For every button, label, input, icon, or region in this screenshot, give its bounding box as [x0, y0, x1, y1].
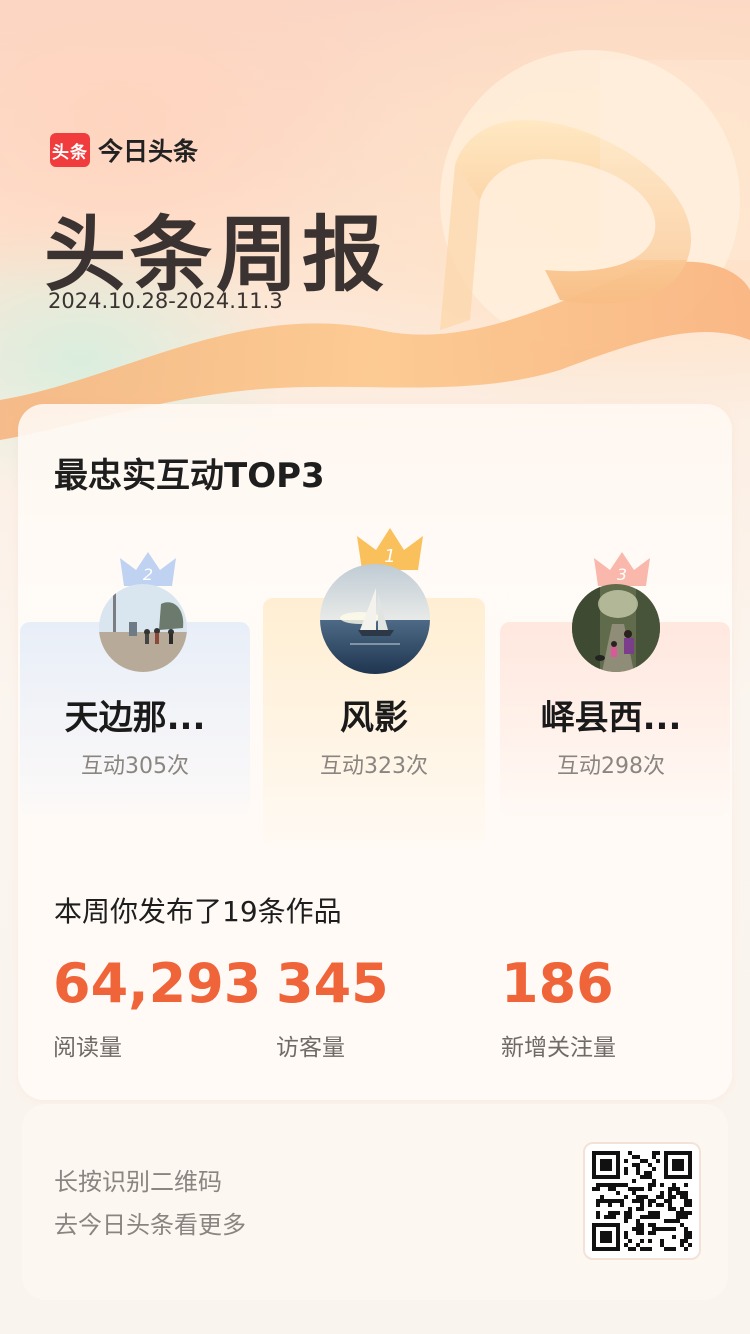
qr-code[interactable] — [583, 1142, 701, 1260]
read-count-value: 64,293 — [53, 952, 262, 1015]
new-followers-label: 新增关注量 — [501, 1035, 616, 1061]
qr-instruction: 长按识别二维码 — [54, 1168, 222, 1196]
coral-crown-icon: 3 — [594, 552, 650, 586]
date-range: 2024.10.28-2024.11.3 — [48, 289, 283, 313]
blue-crown-icon: 2 — [120, 552, 176, 586]
avatar-rank-2[interactable] — [99, 584, 187, 672]
new-followers-value: 186 — [501, 952, 614, 1015]
read-count-label: 阅读量 — [53, 1035, 122, 1061]
qr-call-to-action: 去今日头条看更多 — [54, 1211, 246, 1239]
rank-2-number: 2 — [143, 565, 153, 584]
rank-2-interactions: 互动305次 — [81, 754, 189, 779]
avatar-rank-1[interactable] — [320, 564, 430, 674]
rank-1-interactions: 互动323次 — [320, 754, 428, 779]
toutiao-logo: 头条 — [50, 133, 90, 167]
top-interactions-title: 最忠实互动TOP3 — [54, 456, 325, 496]
weekly-summary: 本周你发布了19条作品 — [54, 895, 342, 928]
rank-3-number: 3 — [617, 565, 627, 584]
qr-code-icon — [592, 1151, 692, 1251]
visitor-count-value: 345 — [276, 952, 389, 1015]
visitor-count-label: 访客量 — [276, 1035, 345, 1061]
avatar-rank-3[interactable] — [572, 584, 660, 672]
rank-2-name[interactable]: 天边那... — [40, 690, 230, 739]
rank-3-name[interactable]: 峄县西... — [516, 690, 706, 739]
brand-header: 头条 今日头条 — [50, 132, 198, 168]
rank-1-number: 1 — [384, 546, 395, 567]
app-name: 今日头条 — [98, 137, 199, 166]
rank-3-interactions: 互动298次 — [557, 754, 665, 779]
rank-1-name[interactable]: 风影 — [274, 690, 474, 739]
